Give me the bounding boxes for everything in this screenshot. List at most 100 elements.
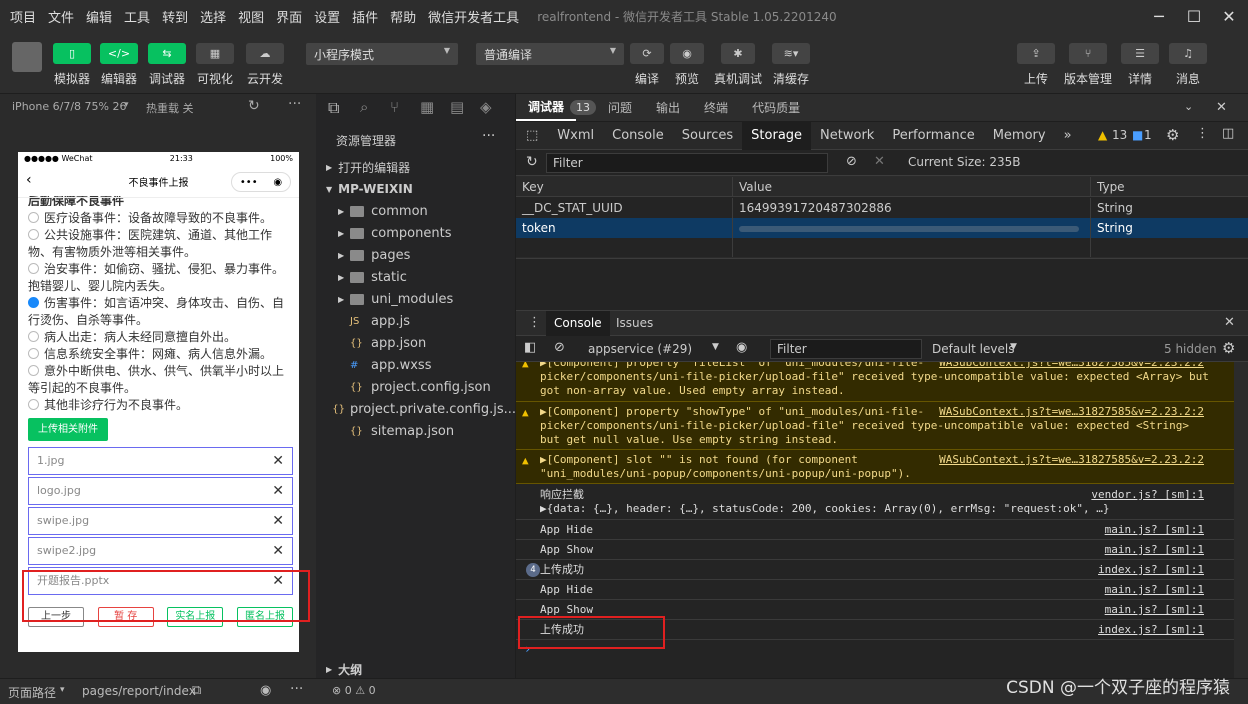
option-item[interactable]: 医疗设备事件：设备故障导致的不良事件。 bbox=[28, 210, 293, 227]
menu-goto[interactable]: 转到 bbox=[156, 7, 194, 26]
storage-filter-input[interactable]: Filter bbox=[546, 153, 828, 173]
branch-icon[interactable]: ⑂ bbox=[1069, 43, 1107, 64]
console-source-link[interactable]: main.js? [sm]:1 bbox=[1105, 543, 1204, 556]
console-source-link[interactable]: WASubContext.js?t=we…31827585&v=2.23.2:2 bbox=[939, 405, 1204, 418]
console-log[interactable]: 响应拦截 ▶{data: {…}, header: {…}, statusCod… bbox=[516, 484, 1234, 520]
gear-icon[interactable]: ⚙ bbox=[1222, 339, 1235, 357]
menu-interface[interactable]: 界面 bbox=[270, 7, 308, 26]
console-log[interactable]: App Hide main.js? [sm]:1 bbox=[516, 520, 1234, 540]
option-item[interactable]: 病人出走：病人未经同意擅自外出。 bbox=[28, 329, 293, 346]
avatar[interactable] bbox=[12, 42, 42, 72]
tab-wxml[interactable]: Wxml bbox=[548, 122, 603, 150]
menu-file[interactable]: 文件 bbox=[42, 7, 80, 26]
page-path-label[interactable]: 页面路径 bbox=[8, 684, 56, 701]
bug-icon[interactable]: ✱ bbox=[721, 43, 755, 64]
file-item[interactable]: {} app.json bbox=[316, 332, 516, 354]
menu-lines-icon[interactable]: ☰ bbox=[1121, 43, 1159, 64]
console-source-link[interactable]: main.js? [sm]:1 bbox=[1105, 583, 1204, 596]
copy-icon[interactable]: ⧉ bbox=[192, 683, 201, 698]
tab-problems[interactable]: 问题 bbox=[596, 99, 644, 116]
close-icon[interactable]: ✕ bbox=[272, 538, 284, 564]
console-warning[interactable]: ▲ ▶[Component] slot "" is not found (for… bbox=[516, 450, 1234, 484]
context-select[interactable]: appservice (#29) bbox=[588, 342, 692, 356]
radio-checked-icon[interactable] bbox=[28, 297, 39, 308]
folder-item[interactable]: ▶ uni_modules bbox=[316, 288, 516, 310]
radio-icon[interactable] bbox=[28, 263, 39, 274]
table-row[interactable]: __DC_STAT_UUID 16499391720487302886 Stri… bbox=[516, 198, 1248, 218]
console-warning[interactable]: ▲ ▶[Component] property "fileList" of "u… bbox=[516, 362, 1234, 402]
radio-icon[interactable] bbox=[28, 331, 39, 342]
extensions-icon[interactable]: ▦ bbox=[420, 98, 434, 116]
block-icon[interactable]: ⊘ bbox=[846, 154, 857, 169]
option-item[interactable]: 公共设施事件：医院建筑、通道、其他工作物、有害物质外泄等相关事件。 bbox=[28, 227, 293, 261]
console-log[interactable]: App Show main.js? [sm]:1 bbox=[516, 540, 1234, 560]
console-warning[interactable]: ▲ ▶[Component] property "showType" of "u… bbox=[516, 402, 1234, 450]
search-icon[interactable]: ⌕ bbox=[360, 98, 368, 116]
maximize-icon[interactable]: ☐ bbox=[1177, 0, 1211, 32]
menu-select[interactable]: 选择 bbox=[194, 7, 232, 26]
more-icon[interactable]: ··· bbox=[290, 681, 303, 697]
radio-icon[interactable] bbox=[28, 348, 39, 359]
tab-storage[interactable]: Storage bbox=[742, 121, 812, 150]
hot-reload-select[interactable]: 热重载 关 bbox=[146, 100, 194, 116]
close-icon[interactable]: ✕ bbox=[1216, 100, 1227, 115]
tab-network[interactable]: Network bbox=[811, 122, 883, 150]
close-icon[interactable]: ✕ bbox=[1224, 315, 1235, 330]
back-icon[interactable]: ‹ bbox=[26, 172, 32, 188]
menu-plugins[interactable]: 插件 bbox=[346, 7, 384, 26]
more-vert-icon[interactable]: ⋮ bbox=[1196, 126, 1209, 141]
folder-item[interactable]: ▶ pages bbox=[316, 244, 516, 266]
upload-icon[interactable]: ⇪ bbox=[1017, 43, 1055, 64]
folder-item[interactable]: ▶ components bbox=[316, 222, 516, 244]
folder-item[interactable]: ▶ static bbox=[316, 266, 516, 288]
file-item[interactable]: # app.wxss bbox=[316, 354, 516, 376]
problems-status[interactable]: ⊗ 0 ⚠ 0 bbox=[332, 684, 376, 697]
file-item[interactable]: {} sitemap.json bbox=[316, 420, 516, 442]
radio-icon[interactable] bbox=[28, 212, 39, 223]
close-icon[interactable]: ✕ bbox=[272, 478, 284, 504]
eye-icon[interactable]: ◉ bbox=[736, 340, 747, 355]
more-tabs-icon[interactable]: » bbox=[1055, 122, 1081, 150]
console-source-link[interactable]: index.js? [sm]:1 bbox=[1098, 623, 1204, 636]
grid-icon[interactable]: ▦ bbox=[196, 43, 234, 64]
console-filter-input[interactable]: Filter bbox=[770, 339, 922, 359]
bell-icon[interactable]: ♫ bbox=[1169, 43, 1207, 64]
more-vert-icon[interactable]: ⋮ bbox=[528, 315, 541, 330]
project-section[interactable]: ▼ MP-WEIXIN bbox=[316, 178, 516, 200]
close-icon[interactable]: ✕ bbox=[272, 508, 284, 534]
more-dots-icon[interactable]: ••• bbox=[240, 177, 258, 188]
code-icon[interactable]: </> bbox=[100, 43, 138, 64]
docker-icon[interactable]: ◈ bbox=[480, 98, 492, 116]
console-source-link[interactable]: WASubContext.js?t=we…31827585&v=2.23.2:2 bbox=[939, 453, 1204, 466]
file-item[interactable]: {} project.config.json bbox=[316, 376, 516, 398]
git-icon[interactable]: ⑂ bbox=[390, 98, 399, 116]
close-icon[interactable]: ✕ bbox=[272, 448, 284, 474]
file-item[interactable]: {} project.private.config.js... bbox=[316, 398, 516, 420]
option-item[interactable]: 其他非诊疗行为不良事件。 bbox=[28, 397, 293, 414]
option-item[interactable]: 意外中断供电、供水、供气、供氧半小时以上等引起的不良事件。 bbox=[28, 363, 293, 397]
menu-settings[interactable]: 设置 bbox=[308, 7, 346, 26]
console-source-link[interactable]: main.js? [sm]:1 bbox=[1105, 523, 1204, 536]
cloud-icon[interactable]: ☁ bbox=[246, 43, 284, 64]
layers-icon[interactable]: ≋▾ bbox=[772, 43, 810, 64]
console-source-link[interactable]: index.js? [sm]:1 bbox=[1098, 563, 1204, 576]
layout-icon[interactable]: ▤ bbox=[450, 98, 464, 116]
file-item[interactable]: JS app.js bbox=[316, 310, 516, 332]
tab-debugger[interactable]: 调试器 bbox=[516, 98, 577, 121]
table-row[interactable]: token String bbox=[516, 218, 1248, 238]
close-window-icon[interactable]: ✕ bbox=[1212, 0, 1246, 32]
option-item[interactable]: 信息系统安全事件：网瘫、病人信息外漏。 bbox=[28, 346, 293, 363]
option-item[interactable]: 伤害事件：如言语冲突、身体攻击、自伤、自行烫伤、自杀等事件。 bbox=[28, 295, 293, 329]
console-scrollbar[interactable] bbox=[1234, 362, 1248, 678]
menu-project[interactable]: 项目 bbox=[4, 7, 42, 26]
folder-item[interactable]: ▶ common bbox=[316, 200, 516, 222]
refresh-icon[interactable]: ⟳ bbox=[630, 43, 664, 64]
menu-edit[interactable]: 编辑 bbox=[80, 7, 118, 26]
files-icon[interactable]: ⧉ bbox=[328, 98, 339, 118]
clear-console-icon[interactable]: ⊘ bbox=[554, 340, 565, 355]
compile-select[interactable]: 普通编译 ▼ bbox=[476, 43, 624, 65]
device-select[interactable]: iPhone 6/7/8 75% 26 bbox=[12, 100, 126, 113]
eye-icon[interactable]: ◉ bbox=[670, 43, 704, 64]
more-icon[interactable]: ··· bbox=[482, 128, 495, 144]
levels-select[interactable]: Default levels bbox=[932, 342, 1014, 356]
